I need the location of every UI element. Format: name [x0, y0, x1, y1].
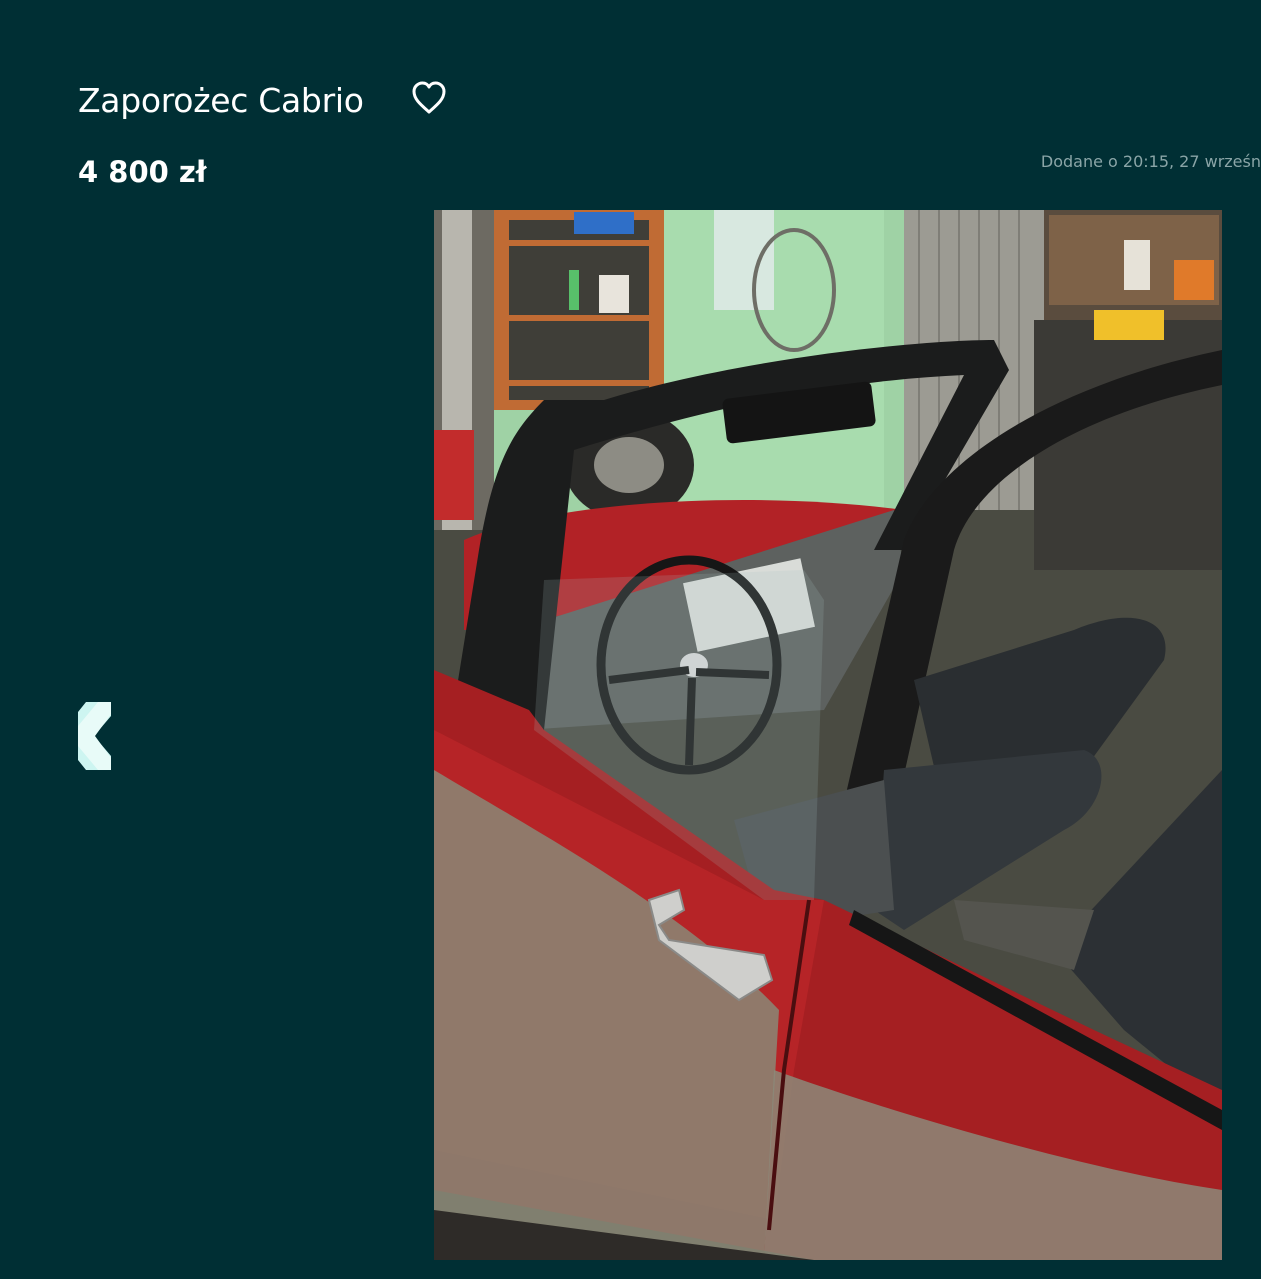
chevron-left-icon [78, 702, 111, 770]
car-photo-illustration [434, 210, 1222, 1260]
listing-photo [434, 210, 1222, 1260]
listing-date: Dodane o 20:15, 27 wrześn [1040, 152, 1261, 171]
listing-title: Zaporożec Cabrio [78, 81, 364, 120]
listing-price: 4 800 zł [78, 155, 207, 189]
heart-outline-icon [412, 81, 446, 114]
favorite-button[interactable] [410, 80, 448, 116]
previous-photo-button[interactable] [78, 702, 112, 770]
